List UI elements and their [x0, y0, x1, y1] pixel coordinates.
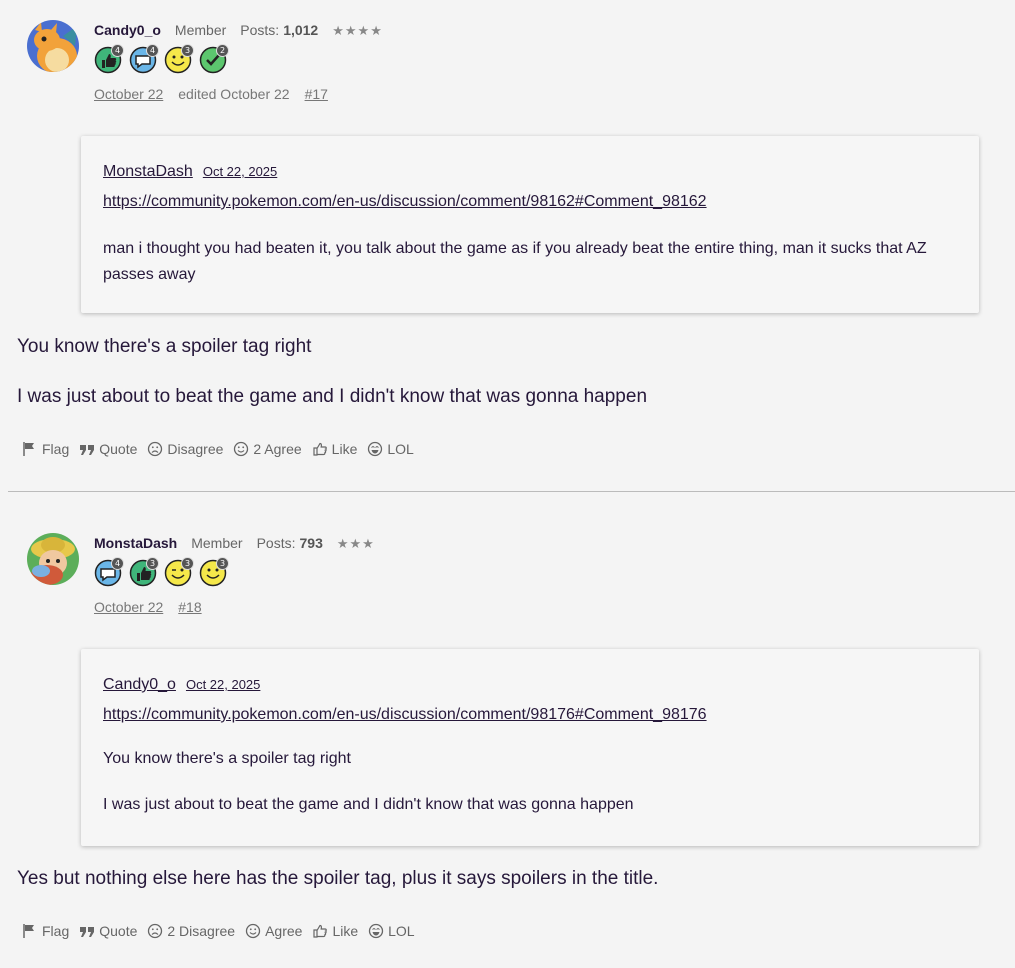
agree-label: 2 Agree: [253, 441, 302, 457]
quote-author-link[interactable]: Candy0_o: [103, 676, 176, 694]
lol-badge-icon[interactable]: 3: [164, 44, 194, 74]
badge-list: 4 4 3 2: [94, 44, 229, 74]
laugh-icon: [368, 441, 383, 457]
laugh-icon: [368, 923, 384, 939]
quote-text: I was just about to beat the game and I …: [103, 796, 634, 813]
posts-count: 793: [299, 535, 323, 551]
flag-label: Flag: [42, 441, 70, 457]
quote-author-link[interactable]: MonstaDash: [103, 163, 193, 181]
posts-label: Posts:: [240, 22, 280, 38]
permalink[interactable]: #17: [305, 86, 328, 102]
badge-count: 2: [216, 44, 229, 57]
agree-button[interactable]: 2 Agree: [233, 441, 302, 457]
comment-badge-icon[interactable]: 4: [94, 557, 124, 587]
like-badge-icon[interactable]: 4: [94, 44, 124, 74]
quote-text: You know there's a spoiler tag right: [103, 750, 351, 767]
badge-list: 4 3 3 3: [94, 557, 229, 587]
lol-label: LOL: [387, 441, 414, 457]
rank-stars: ★★★: [336, 536, 375, 551]
quote-label: Quote: [99, 923, 138, 939]
badge-count: 3: [216, 557, 229, 570]
flag-label: Flag: [42, 923, 70, 939]
smile-icon: [234, 441, 249, 457]
quote-icon: [80, 927, 95, 937]
quote-source-link[interactable]: https://community.pokemon.com/en-us/disc…: [103, 193, 957, 211]
disagree-label: Disagree: [167, 441, 224, 457]
quote-source-link[interactable]: https://community.pokemon.com/en-us/disc…: [103, 706, 957, 724]
rank-stars: ★★★★: [332, 23, 383, 38]
agree-label: Agree: [265, 923, 303, 939]
avatar[interactable]: [27, 20, 79, 72]
frown-icon: [148, 441, 163, 457]
badge-count: 4: [111, 44, 124, 57]
author-role: Member: [174, 22, 227, 38]
comment-date-link[interactable]: October 22: [94, 599, 163, 615]
like-button[interactable]: Like: [312, 441, 358, 457]
badge-count: 3: [181, 557, 194, 570]
quote-button[interactable]: Quote: [79, 441, 137, 457]
thumbs-up-icon: [313, 924, 328, 938]
thumbs-up-icon: [313, 442, 327, 456]
flag-icon: [23, 442, 34, 456]
avatar[interactable]: [27, 533, 79, 585]
blockquote: MonstaDash Oct 22, 2025 https://communit…: [81, 136, 979, 313]
comment-body-text: Yes but nothing else here has the spoile…: [17, 868, 659, 889]
like-badge-icon[interactable]: 3: [129, 557, 159, 587]
like-button[interactable]: Like: [312, 923, 358, 939]
agree-badge-icon[interactable]: 2: [199, 44, 229, 74]
dragonite-avatar-icon: [27, 20, 79, 72]
author-name[interactable]: Candy0_o: [94, 22, 161, 38]
wink-badge-icon[interactable]: 3: [164, 557, 194, 587]
blockquote: Candy0_o Oct 22, 2025 https://community.…: [81, 649, 979, 846]
badge-count: 3: [181, 44, 194, 57]
comment-badge-icon[interactable]: 4: [129, 44, 159, 74]
reaction-bar: Flag Quote Disagree 2 Agree Like LOL: [22, 441, 424, 457]
trainer-avatar-icon: [27, 533, 79, 585]
author-role: Member: [191, 535, 243, 551]
badge-count: 4: [146, 44, 159, 57]
quote-date-link[interactable]: Oct 22, 2025: [203, 164, 277, 179]
like-label: Like: [331, 441, 358, 457]
posts-label: Posts:: [256, 535, 296, 551]
quote-date-link[interactable]: Oct 22, 2025: [186, 677, 260, 692]
quote-icon: [80, 445, 95, 455]
quote-button[interactable]: Quote: [79, 923, 137, 939]
reaction-bar: Flag Quote 2 Disagree Agree Like LOL: [22, 923, 425, 939]
flag-button[interactable]: Flag: [22, 441, 69, 457]
comment-date-link[interactable]: October 22: [94, 86, 163, 102]
quote-label: Quote: [99, 441, 138, 457]
agree-button[interactable]: Agree: [245, 923, 302, 939]
author-name[interactable]: MonstaDash: [94, 535, 177, 551]
edited-label: edited October 22: [178, 86, 290, 102]
comment-divider: [8, 491, 1015, 492]
flag-icon: [23, 924, 34, 938]
disagree-label: 2 Disagree: [167, 923, 236, 939]
lol-button[interactable]: LOL: [368, 923, 415, 939]
disagree-button[interactable]: Disagree: [147, 441, 223, 457]
permalink[interactable]: #18: [178, 599, 201, 615]
lol-label: LOL: [388, 923, 415, 939]
lol-badge-icon[interactable]: 3: [199, 557, 229, 587]
comment-body-text: You know there's a spoiler tag right: [17, 336, 312, 357]
disagree-button[interactable]: 2 Disagree: [147, 923, 235, 939]
smile-icon: [245, 923, 261, 939]
flag-button[interactable]: Flag: [22, 923, 69, 939]
lol-button[interactable]: LOL: [367, 441, 414, 457]
frown-icon: [148, 923, 163, 939]
badge-count: 3: [146, 557, 159, 570]
comment-body-text: I was just about to beat the game and I …: [17, 386, 648, 407]
quote-text: man i thought you had beaten it, you tal…: [103, 240, 927, 283]
badge-count: 4: [111, 557, 124, 570]
posts-count: 1,012: [283, 22, 319, 38]
like-label: Like: [332, 923, 359, 939]
